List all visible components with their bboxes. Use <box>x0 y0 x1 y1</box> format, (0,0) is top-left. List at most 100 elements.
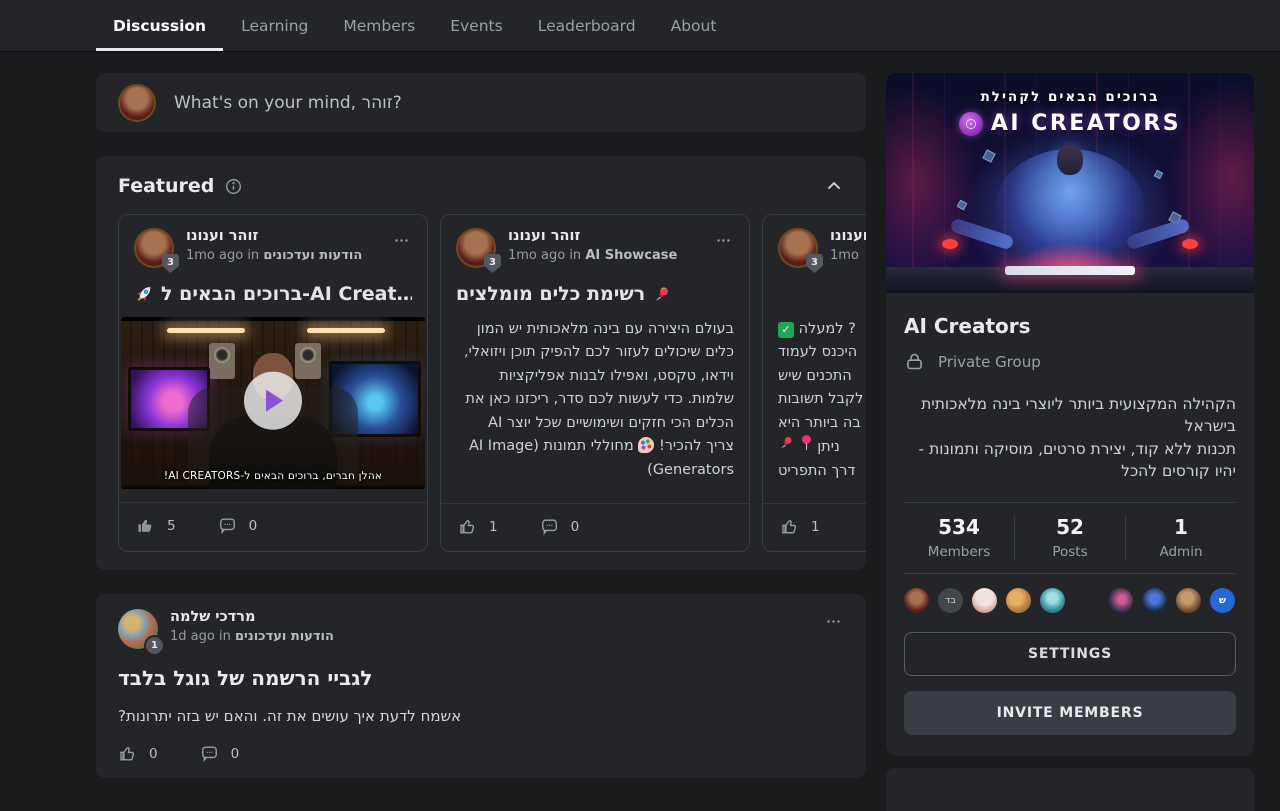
group-stats: 534 Members 52 Posts 1 Admin <box>904 503 1236 573</box>
post-category: הודעות ועדכונים <box>263 248 362 263</box>
like-count: 0 <box>149 746 158 762</box>
community-page: Discussion Learning Members Events Leade… <box>0 0 1280 811</box>
chevron-up-icon[interactable] <box>824 176 844 196</box>
comment-button[interactable]: 0 <box>540 517 580 536</box>
post-author[interactable]: זוהר וענונו <box>830 228 866 244</box>
avatar[interactable]: 1 <box>118 609 158 649</box>
level-badge: 3 <box>162 254 179 273</box>
post-meta: 1mo ago in הודעות ועדכונים <box>186 248 362 263</box>
comment-count: 0 <box>249 518 258 534</box>
invite-members-button[interactable]: INVITE MEMBERS <box>904 691 1236 735</box>
group-privacy: Private Group <box>938 353 1041 371</box>
pushpin-icon <box>652 285 671 304</box>
featured-title: Featured <box>118 175 214 197</box>
comment-button[interactable]: 0 <box>200 744 240 763</box>
tab-about[interactable]: About <box>654 0 734 51</box>
featured-card[interactable]: 3 זוהר וענונו 1mo <box>762 214 866 552</box>
like-button[interactable]: 5 <box>136 516 176 535</box>
member-avatars-row: בד ש <box>904 574 1236 615</box>
group-name: AI Creators <box>904 293 1236 338</box>
member-avatar[interactable] <box>1108 588 1133 613</box>
pushpin-icon <box>778 435 794 451</box>
avatar[interactable]: 3 <box>134 228 174 268</box>
group-banner: ברוכים הבאים לקהילת AI CREATORS <box>886 73 1254 293</box>
more-menu-icon[interactable] <box>391 228 412 253</box>
post-title[interactable]: לקהילה <box>778 283 866 305</box>
member-avatar[interactable] <box>1142 588 1167 613</box>
composer-prompt[interactable]: What's on your mind, זוהר? <box>174 93 402 113</box>
post-composer[interactable]: What's on your mind, זוהר? <box>96 73 866 132</box>
member-avatar[interactable]: ש <box>1210 588 1235 613</box>
featured-section: Featured <box>96 156 866 570</box>
post-meta: 1d ago in הודעות ועדכונים <box>170 629 334 644</box>
post-body: בעולם היצירה עם בינה מלאכותית יש המון כל… <box>456 318 734 490</box>
more-menu-icon[interactable] <box>713 228 734 253</box>
banner-brand-text: AI CREATORS <box>991 111 1181 136</box>
stat-posts: 52 Posts <box>1014 515 1125 560</box>
group-info-card: ברוכים הבאים לקהילת AI CREATORS AI Creat… <box>886 73 1254 756</box>
post-category: הודעות ועדכונים <box>235 629 334 644</box>
play-button-icon[interactable] <box>244 372 302 430</box>
post-title[interactable]: לגביי הרשמה של גוגל בלבד <box>118 666 844 690</box>
post-author[interactable]: מרדכי שלמה <box>170 609 334 625</box>
like-count: 1 <box>489 519 498 535</box>
post-category: AI Showcase <box>585 248 677 263</box>
level-badge: 3 <box>484 254 501 273</box>
banner-welcome-text: ברוכים הבאים לקהילת <box>886 89 1254 105</box>
post-body: אשמח לדעת איך עושים את זה. והאם יש בזה י… <box>118 707 844 725</box>
like-button[interactable]: 1 <box>458 517 498 536</box>
level-badge: 1 <box>146 637 163 654</box>
member-avatar[interactable] <box>1006 588 1031 613</box>
more-menu-icon[interactable] <box>823 609 844 634</box>
member-avatar[interactable] <box>1040 588 1065 613</box>
speaker <box>209 343 235 379</box>
featured-cards-row: 3 זוהר וענונו 1mo ago in הודעות ועדכונים <box>118 214 866 552</box>
member-avatar[interactable] <box>1074 588 1099 613</box>
tab-bar: Discussion Learning Members Events Leade… <box>0 0 1280 51</box>
comment-button[interactable]: 0 <box>218 516 258 535</box>
like-button[interactable]: 0 <box>118 744 158 763</box>
rocket-icon <box>134 284 154 304</box>
comment-count: 0 <box>231 746 240 762</box>
like-count: 5 <box>167 518 176 534</box>
comment-count: 0 <box>571 519 580 535</box>
post-title[interactable]: ברוכים הבאים ל-AI Creat… <box>134 283 412 305</box>
tab-members[interactable]: Members <box>326 0 432 51</box>
tab-discussion[interactable]: Discussion <box>96 0 223 51</box>
leaderboard-card: Leaderboard (30-days) <box>886 768 1254 811</box>
banner-figure <box>1057 145 1083 175</box>
post-card[interactable]: 1 מרדכי שלמה 1d ago in הודעות ועדכונים ל… <box>96 594 866 778</box>
stat-admins: 1 Admin <box>1125 515 1236 560</box>
avatar[interactable]: 3 <box>456 228 496 268</box>
palette-icon <box>638 437 654 453</box>
post-body: ? למעלה ✓ היכנס לעמוד התכנים שיש לקבל תש… <box>778 318 866 490</box>
video-thumbnail[interactable]: אהלן חברים, ברוכים הבאים ל-AI CREATORS! <box>121 317 425 489</box>
featured-card[interactable]: 3 זוהר וענונו 1mo ago in AI Showcase <box>440 214 750 552</box>
member-avatar[interactable] <box>904 588 929 613</box>
stat-members: 534 Members <box>904 515 1014 560</box>
brain-icon <box>959 112 983 136</box>
avatar[interactable]: 3 <box>778 228 818 268</box>
video-caption: אהלן חברים, ברוכים הבאים ל-AI CREATORS! <box>121 470 425 482</box>
tab-events[interactable]: Events <box>433 0 519 51</box>
check-icon: ✓ <box>778 322 794 338</box>
tab-learning[interactable]: Learning <box>224 0 325 51</box>
info-icon[interactable] <box>224 177 243 196</box>
group-description: הקהילה המקצועית ביותר ליוצרי בינה מלאכות… <box>904 393 1236 483</box>
like-button[interactable]: 1 <box>780 517 820 536</box>
avatar[interactable] <box>118 84 156 122</box>
member-avatar[interactable]: בד <box>938 588 963 613</box>
post-meta: 1mo ago in AI Showcase <box>508 248 677 263</box>
post-author[interactable]: זוהר וענונו <box>186 228 362 244</box>
member-avatar[interactable] <box>1176 588 1201 613</box>
post-meta: 1mo <box>830 248 866 263</box>
level-badge: 3 <box>806 254 823 273</box>
settings-button[interactable]: SETTINGS <box>904 632 1236 676</box>
tab-leaderboard[interactable]: Leaderboard <box>521 0 653 51</box>
member-avatar[interactable] <box>972 588 997 613</box>
lock-icon <box>904 351 925 372</box>
like-count: 1 <box>811 519 820 535</box>
featured-card[interactable]: 3 זוהר וענונו 1mo ago in הודעות ועדכונים <box>118 214 428 552</box>
post-author[interactable]: זוהר וענונו <box>508 228 677 244</box>
post-title[interactable]: רשימת כלים מומלצים <box>456 283 734 305</box>
